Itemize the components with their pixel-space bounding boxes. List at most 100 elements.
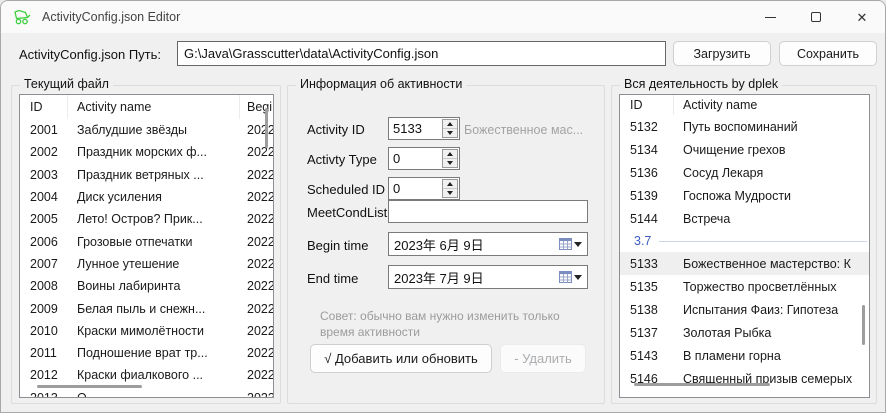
activity-id-spinner	[388, 117, 460, 140]
tip-text: Совет: обычно вам нужно изменить только …	[320, 308, 582, 340]
cell-id: 5143	[620, 349, 674, 363]
cell-name: Лето! Остров? Прик...	[68, 212, 240, 226]
path-input[interactable]	[177, 41, 666, 66]
cell-begin: 2022	[240, 257, 273, 271]
cell-id: 5144	[620, 212, 674, 226]
window-title: ActivityConfig.json Editor	[42, 10, 180, 24]
cell-name: Диск усиления	[68, 190, 240, 204]
current-file-row[interactable]: 2003Праздник ветряных ...2022	[20, 164, 273, 186]
activity-name-hint: Божественное мас...	[464, 123, 583, 137]
minimize-button[interactable]	[747, 1, 793, 33]
load-button[interactable]: Загрузить	[673, 41, 771, 66]
cell-id: 2004	[20, 190, 68, 204]
current-file-row[interactable]: 2001Заблудшие звёзды2022	[20, 119, 273, 141]
cell-name: О...	[68, 391, 240, 397]
cell-id: 5132	[620, 120, 674, 134]
cell-id: 2013	[20, 391, 68, 397]
scheduled-id-down-button[interactable]	[443, 189, 457, 197]
activity-type-label: Activty Type	[307, 152, 377, 167]
meetcondlist-input[interactable]	[388, 200, 588, 223]
calendar-icon	[559, 238, 572, 250]
current-file-row[interactable]: 2011Подношение врат тр...2022	[20, 342, 273, 364]
current-file-row[interactable]: 2010Краски мимолётности2022	[20, 320, 273, 342]
current-file-horizontal-scrollbar[interactable]	[37, 385, 142, 388]
all-activities-row[interactable]: 5138Испытания Фаиз: Гипотеза	[620, 298, 869, 321]
current-file-row[interactable]: 2008Воины лабиринта2022	[20, 275, 273, 297]
end-time-label: End time	[307, 271, 358, 286]
all-activities-row[interactable]: 5143В пламени горна	[620, 345, 869, 368]
cell-id: 2008	[20, 279, 68, 293]
cell-name: Краски мимолётности	[68, 324, 240, 338]
cell-name: Воины лабиринта	[68, 279, 240, 293]
cell-begin: 2022	[240, 235, 273, 249]
activity-type-input[interactable]	[389, 148, 441, 169]
window-controls: ✕	[747, 1, 885, 33]
close-button[interactable]: ✕	[839, 1, 885, 33]
cell-id: 2011	[20, 346, 68, 360]
column-header-id[interactable]: ID	[620, 95, 674, 115]
cell-id: 2001	[20, 123, 68, 137]
current-file-row[interactable]: 2009Белая пыль и снежн...2022	[20, 297, 273, 319]
all-activities-row[interactable]: 5136Сосуд Лекаря	[620, 161, 869, 184]
cell-name: Божественное мастерство: К	[674, 257, 869, 271]
activity-type-down-button[interactable]	[443, 159, 457, 167]
path-label: ActivityConfig.json Путь:	[19, 47, 161, 62]
end-time-value: 2023年 7月 9日	[389, 268, 559, 287]
end-time-picker[interactable]: 2023年 7月 9日	[388, 265, 588, 289]
scheduled-id-up-button[interactable]	[443, 180, 457, 189]
column-header-activity-name[interactable]: Activity name	[674, 95, 869, 115]
current-file-row[interactable]: 2006Грозовые отпечатки2022	[20, 230, 273, 252]
all-activities-vertical-scrollbar[interactable]	[862, 305, 865, 345]
all-activities-row[interactable]: 5132Путь воспоминаний	[620, 115, 869, 138]
maximize-button[interactable]	[793, 1, 839, 33]
cell-id: 5136	[620, 166, 674, 180]
all-activities-row[interactable]: 5134Очищение грехов	[620, 138, 869, 161]
activity-type-up-button[interactable]	[443, 150, 457, 159]
cell-name: Встреча	[674, 212, 869, 226]
titlebar: ActivityConfig.json Editor ✕	[1, 1, 885, 33]
all-activities-row[interactable]: 5137Золотая Рыбка	[620, 322, 869, 345]
all-activities-row[interactable]: 5135Торжество просветлённых	[620, 275, 869, 298]
activity-id-down-button[interactable]	[443, 129, 457, 137]
dropdown-caret-icon	[574, 242, 582, 247]
save-button[interactable]: Сохранить	[779, 41, 877, 66]
cell-name: Госпожа Мудрости	[674, 189, 869, 203]
all-activities-row[interactable]: 5133Божественное мастерство: К	[620, 252, 869, 275]
column-header-activity-name[interactable]: Activity name	[68, 95, 240, 119]
cell-begin: 2022	[240, 279, 273, 293]
current-file-row[interactable]: 2013О...2022	[20, 387, 273, 397]
current-file-row[interactable]: 2004Диск усиления2022	[20, 186, 273, 208]
activity-id-up-button[interactable]	[443, 120, 457, 129]
current-file-row[interactable]: 2002Праздник морских ф...2022	[20, 141, 273, 163]
scheduled-id-input[interactable]	[389, 178, 441, 199]
add-or-update-button[interactable]: √ Добавить или обновить	[310, 344, 492, 373]
current-file-row[interactable]: 2007Лунное утешение2022	[20, 253, 273, 275]
cell-name: Краски фиалкового ...	[68, 368, 240, 382]
cell-name: Очищение грехов	[674, 143, 869, 157]
dropdown-caret-icon	[574, 275, 582, 280]
current-file-row[interactable]: 2005Лето! Остров? Прик...2022	[20, 208, 273, 230]
all-activities-row[interactable]: 5139Госпожа Мудрости	[620, 185, 869, 208]
cell-name: Золотая Рыбка	[674, 326, 869, 340]
activity-type-spinner	[388, 147, 460, 170]
current-file-vertical-scrollbar[interactable]	[265, 108, 268, 148]
current-file-list-header: ID Activity name Begi	[20, 95, 273, 119]
cell-id: 2006	[20, 235, 68, 249]
cell-id: 2007	[20, 257, 68, 271]
cell-begin: 2022	[240, 145, 273, 159]
begin-time-picker[interactable]: 2023年 6月 9日	[388, 232, 588, 256]
column-header-begin[interactable]: Begi	[240, 95, 273, 119]
all-activities-row[interactable]: 5146Священный призыв семерых	[620, 368, 869, 391]
current-file-row[interactable]: 2012Краски фиалкового ...2022	[20, 364, 273, 386]
cell-name: Заблудшие звёзды	[68, 123, 240, 137]
cell-id: 5133	[620, 257, 674, 271]
all-activities-row[interactable]: 5144Встреча	[620, 208, 869, 231]
close-icon: ✕	[857, 11, 868, 24]
all-activities-horizontal-scrollbar[interactable]	[634, 383, 770, 386]
activity-id-input[interactable]	[389, 118, 441, 139]
column-header-id[interactable]: ID	[20, 95, 68, 119]
tip-line-2: время активности	[320, 324, 582, 340]
delete-button[interactable]: - Удалить	[500, 344, 586, 373]
activity-id-label: Activity ID	[307, 122, 365, 137]
activity-info-group-label: Информация об активности	[296, 77, 466, 91]
